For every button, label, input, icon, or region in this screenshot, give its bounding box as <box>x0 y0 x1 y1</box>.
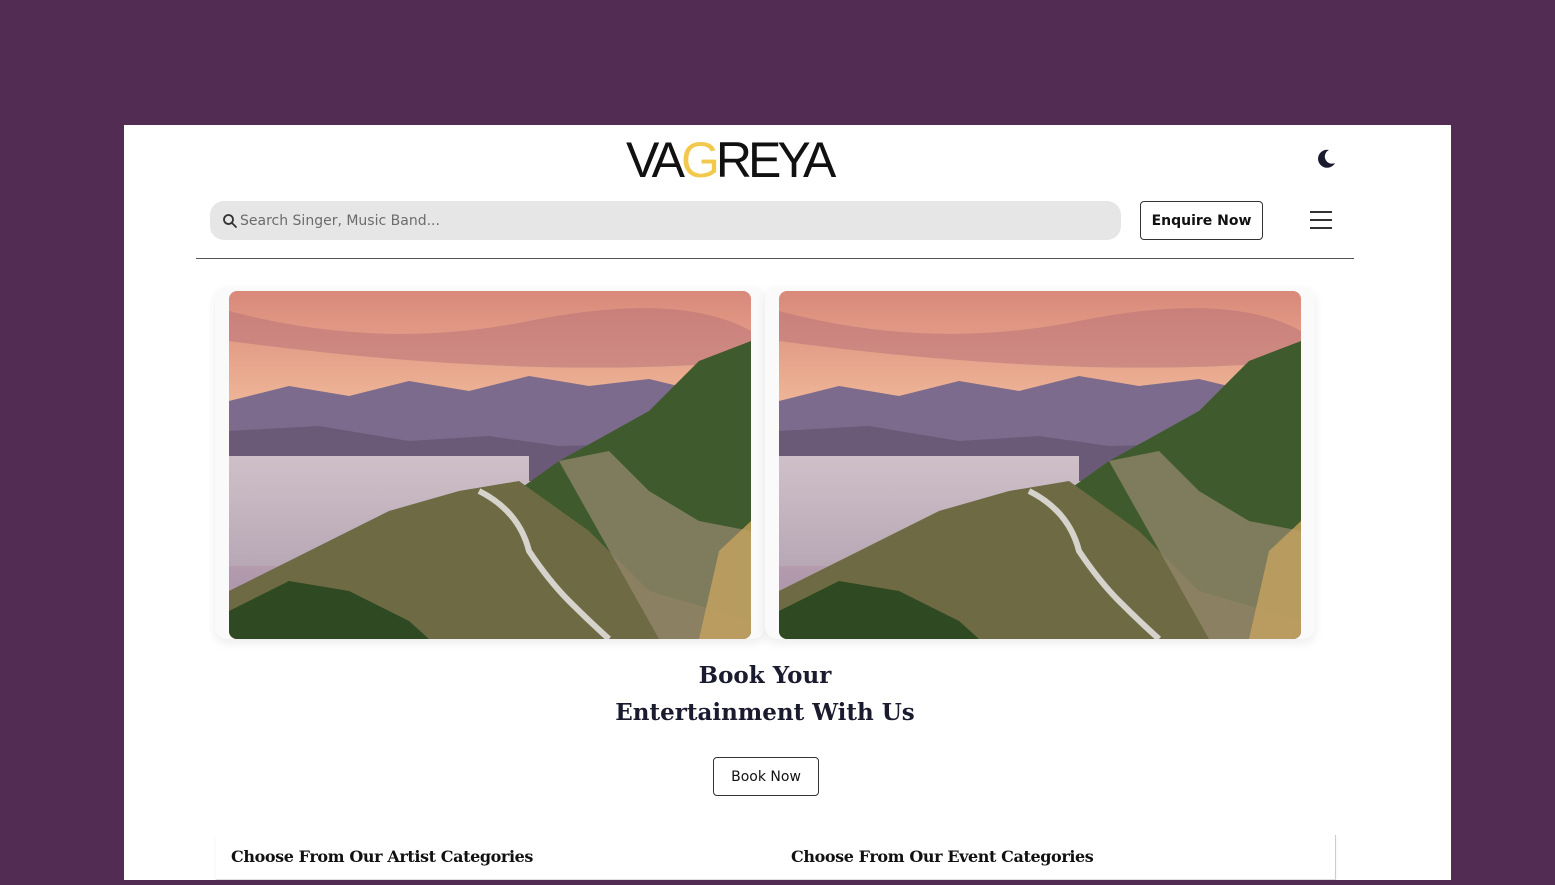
header-divider <box>196 258 1354 259</box>
hero-banner-right[interactable] <box>765 287 1315 639</box>
logo-accent-letter: G <box>681 132 720 188</box>
logo-part-1: VA <box>626 132 685 188</box>
book-now-button[interactable]: Book Now <box>713 757 819 796</box>
page-container: VAGREYA Enquire Now <box>124 125 1451 880</box>
landscape-image <box>229 291 751 639</box>
moon-icon[interactable] <box>1314 147 1338 171</box>
headline-line-1: Book Your <box>698 662 832 689</box>
logo[interactable]: VAGREYA <box>626 132 836 188</box>
event-categories-title[interactable]: Choose From Our Event Categories <box>791 847 1094 866</box>
search-bar[interactable] <box>210 201 1121 240</box>
logo-part-2: REYA <box>715 132 836 188</box>
hero-banner-left[interactable] <box>215 287 765 639</box>
enquire-now-button[interactable]: Enquire Now <box>1140 201 1263 240</box>
hamburger-menu-icon[interactable] <box>1310 209 1332 231</box>
categories-row: Choose From Our Artist Categories Choose… <box>216 835 1336 880</box>
search-icon <box>222 213 238 229</box>
search-input[interactable] <box>240 201 1100 240</box>
artist-categories-title[interactable]: Choose From Our Artist Categories <box>231 847 533 866</box>
hero-headline: Book Your Entertainment With Us <box>565 657 965 731</box>
landscape-image <box>779 291 1301 639</box>
headline-line-2: Entertainment With Us <box>615 699 915 726</box>
